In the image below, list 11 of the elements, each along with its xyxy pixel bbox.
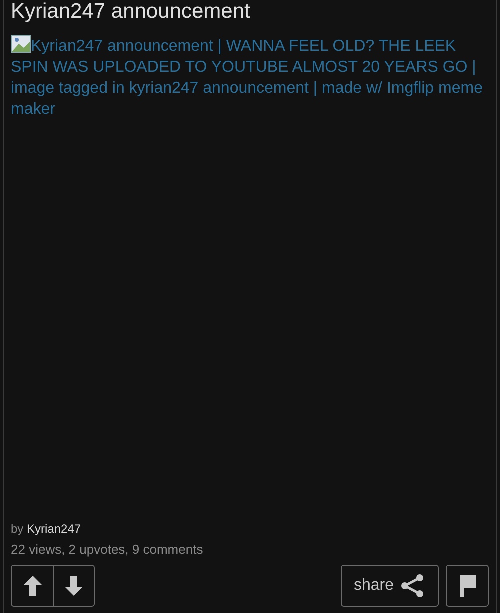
up-arrow-icon: [22, 575, 42, 597]
share-icon: [400, 573, 426, 599]
author-link[interactable]: Kyrian247: [27, 522, 82, 536]
share-button[interactable]: share: [341, 565, 439, 607]
down-arrow-icon: [64, 575, 84, 597]
by-label: by: [11, 522, 24, 536]
post-stats: 22 views, 2 upvotes, 9 comments: [11, 542, 204, 557]
flag-icon: [458, 574, 476, 598]
broken-image-icon: [11, 35, 31, 53]
flag-button[interactable]: [446, 565, 489, 607]
post-title: Kyrian247 announcement: [11, 0, 252, 24]
